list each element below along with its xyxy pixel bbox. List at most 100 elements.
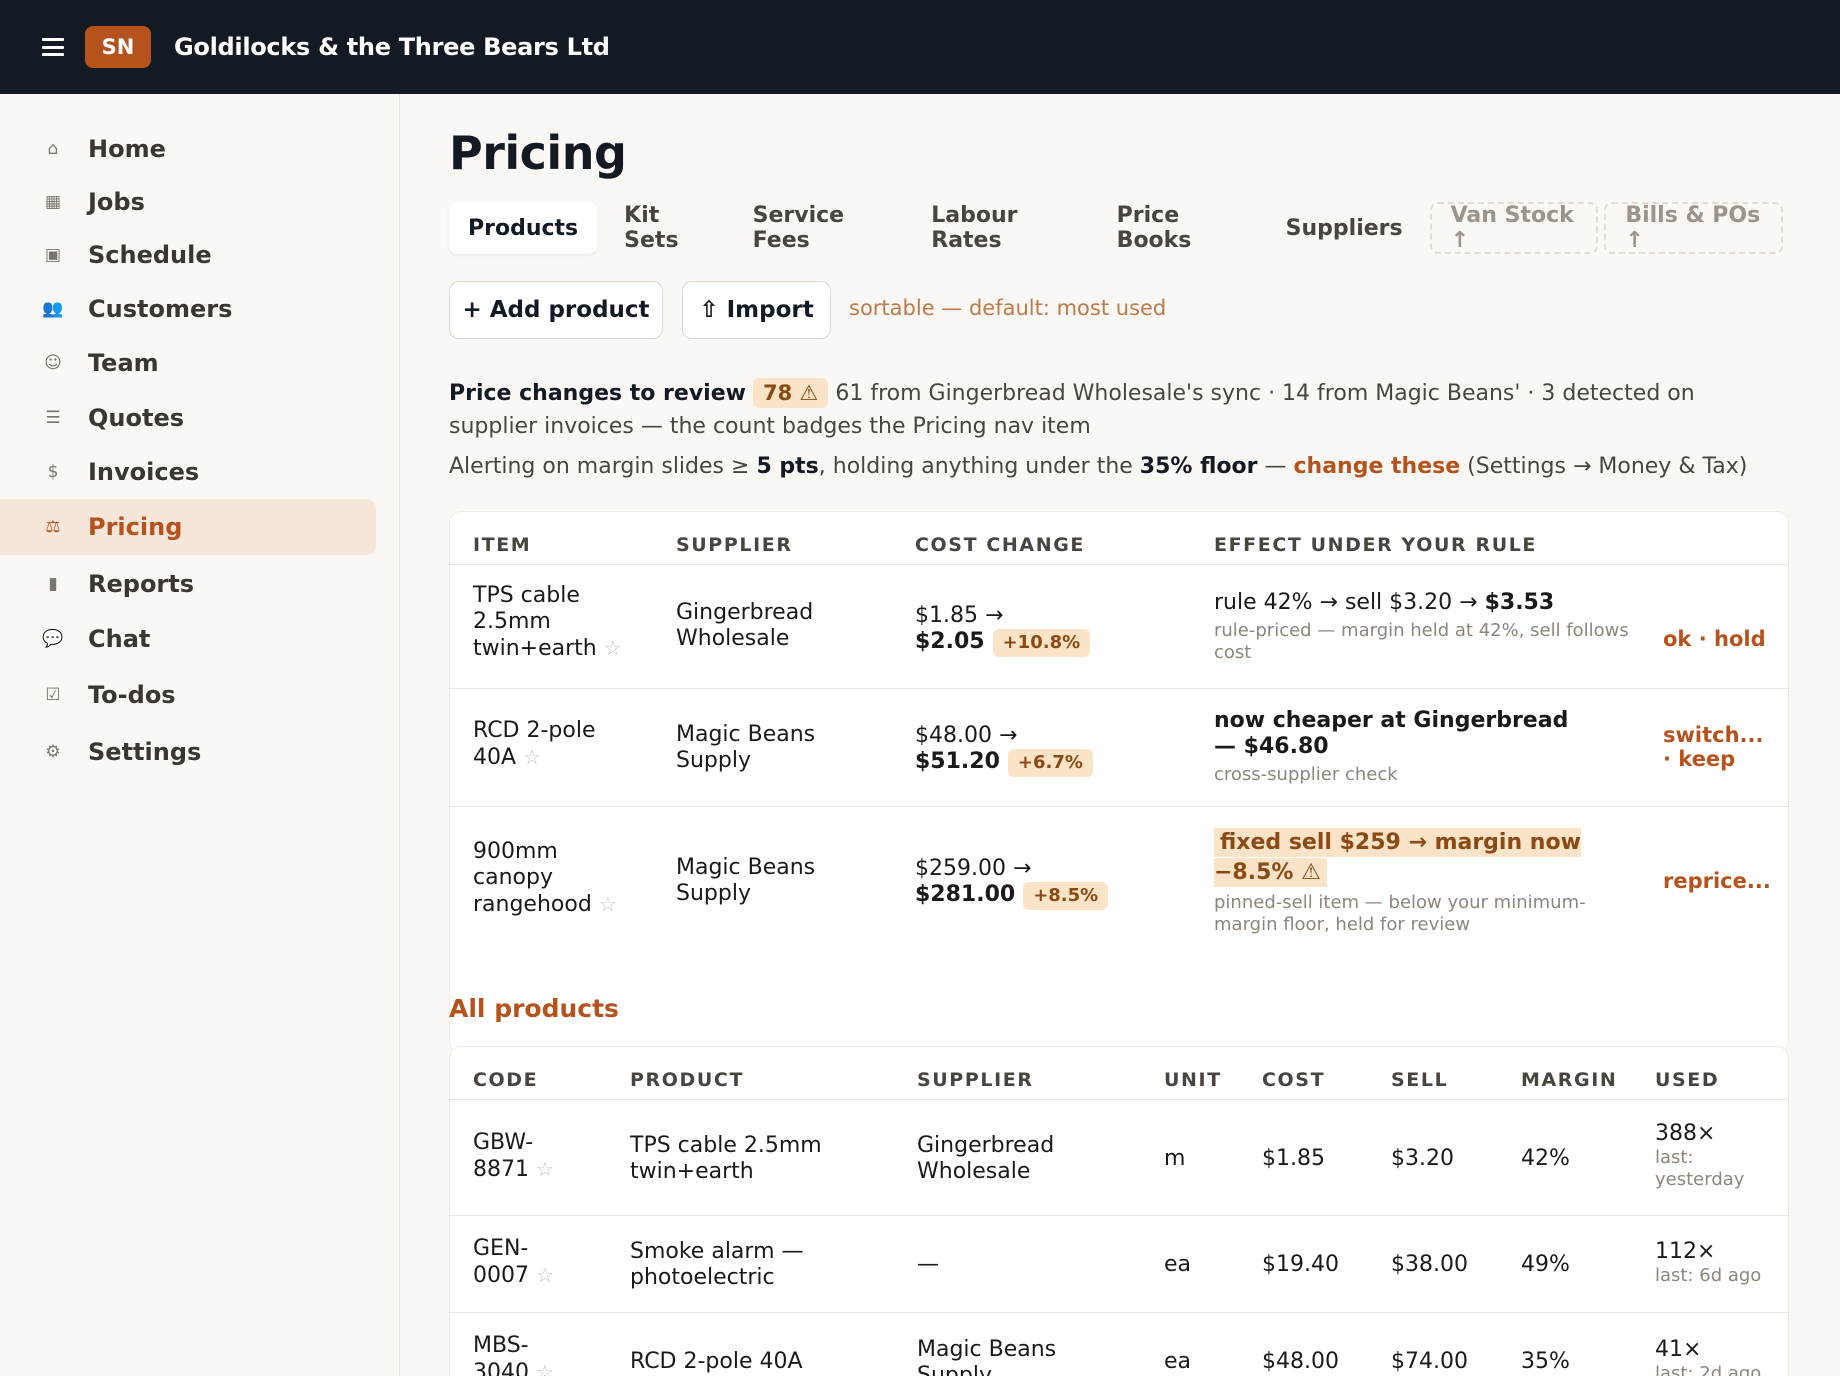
column-header: ITEM	[473, 534, 532, 556]
sidebar-item-team[interactable]: ☺ Team	[0, 335, 376, 391]
column-header[interactable]: MARGIN	[1521, 1069, 1617, 1091]
column-header[interactable]: SUPPLIER	[917, 1069, 1034, 1091]
item-name: 900mm canopy rangehood ☆	[473, 839, 623, 918]
effect-text: rule 42% → sell $3.20 →	[1214, 590, 1485, 615]
supplier-name: Gingerbread Wholesale	[676, 600, 814, 651]
menu-icon[interactable]	[42, 38, 64, 56]
column-header[interactable]: SELL	[1391, 1069, 1448, 1091]
supplier-name: Magic Beans Supply	[676, 855, 816, 906]
star-icon[interactable]: ☆	[536, 1157, 554, 1181]
sidebar-item-quotes[interactable]: ☰ Quotes	[0, 390, 376, 446]
company-logo[interactable]: SN	[85, 26, 151, 68]
switch-keep-action[interactable]: switch... · keep	[1663, 723, 1773, 771]
sidebar-item-label: To-dos	[88, 681, 176, 709]
column-header[interactable]: UNIT	[1164, 1069, 1222, 1091]
smiley-icon: ☺	[44, 353, 62, 373]
effect-value: $3.53	[1484, 590, 1555, 615]
tab-labour-rates[interactable]: Labour Rates	[912, 202, 1089, 254]
review-title: Price changes to review	[449, 381, 746, 406]
all-products-table: CODE PRODUCT SUPPLIER UNIT COST SELL MAR…	[449, 1046, 1789, 1376]
sidebar-item-settings[interactable]: ⚙ Settings	[0, 724, 376, 780]
sell: $74.00	[1391, 1349, 1468, 1374]
home-icon: ⌂	[47, 139, 59, 159]
page-title: Pricing	[449, 126, 627, 180]
column-header[interactable]: PRODUCT	[630, 1069, 744, 1091]
ok-hold-action[interactable]: ok · hold	[1663, 627, 1766, 651]
star-icon[interactable]: ☆	[604, 636, 622, 660]
sidebar-item-jobs[interactable]: ▦ Jobs	[0, 174, 376, 230]
sidebar-item-invoices[interactable]: $ Invoices	[0, 444, 376, 500]
alert-settings-line: Alerting on margin slides ≥ 5 pts, holdi…	[449, 454, 1747, 479]
sidebar-item-label: Settings	[88, 738, 202, 766]
cost: $1.85	[1262, 1146, 1325, 1171]
section-title: All products	[449, 994, 619, 1023]
sidebar-item-pricing[interactable]: ⚖ Pricing	[0, 499, 376, 555]
product-code: MBS-3040 ☆	[473, 1333, 583, 1376]
change-percent-badge: +6.7%	[1007, 749, 1093, 777]
cost: $48.00	[1262, 1349, 1339, 1374]
rule-effect: rule 42% → sell $3.20 → $3.53 rule-priced…	[1214, 590, 1634, 664]
cost-change: $48.00 → $51.20 +6.7%	[915, 723, 1155, 777]
cost-from: $48.00 →	[915, 723, 1018, 748]
tab-bills-pos[interactable]: Bills & POs ↑	[1604, 202, 1784, 254]
sidebar-item-home[interactable]: ⌂ Home	[0, 121, 376, 177]
tab-suppliers[interactable]: Suppliers	[1267, 202, 1422, 254]
sidebar-item-label: Quotes	[88, 404, 185, 432]
sidebar-item-schedule[interactable]: ▣ Schedule	[0, 227, 376, 283]
item-name: TPS cable 2.5mm twin+earth ☆	[473, 583, 623, 662]
usage-count: 388×	[1655, 1121, 1716, 1146]
sidebar-item-label: Team	[88, 349, 159, 377]
add-product-button[interactable]: + Add product	[449, 281, 663, 339]
pricing-icon: ⚖	[45, 517, 61, 537]
last-used: last: 2d ago	[1655, 1363, 1762, 1376]
effect-note: cross-supplier check	[1214, 764, 1398, 785]
column-header: SUPPLIER	[676, 534, 793, 556]
divider	[450, 564, 1788, 565]
tab-kit-sets[interactable]: Kit Sets	[605, 202, 725, 254]
star-icon[interactable]: ☆	[523, 745, 541, 769]
sidebar-item-customers[interactable]: 👥 Customers	[0, 281, 376, 337]
sidebar-item-todos[interactable]: ☑ To-dos	[0, 667, 376, 723]
code-label: MBS-3040	[473, 1333, 529, 1376]
sidebar-item-label: Chat	[88, 625, 151, 653]
effect-value: now cheaper at Gingerbread — $46.80	[1214, 708, 1569, 759]
column-header: EFFECT UNDER YOUR RULE	[1214, 534, 1538, 556]
column-header[interactable]: CODE	[473, 1069, 538, 1091]
review-summary: Price changes to review 78 ⚠ 61 from Gin…	[449, 377, 1789, 443]
column-header[interactable]: USED	[1655, 1069, 1719, 1091]
unit: ea	[1164, 1349, 1192, 1374]
sidebar-item-label: Home	[88, 135, 166, 163]
star-icon[interactable]: ☆	[536, 1263, 554, 1287]
speech-bubble-icon: 💬	[42, 629, 64, 649]
sidebar-item-chat[interactable]: 💬 Chat	[0, 611, 376, 667]
alert-floor: 35% floor	[1139, 454, 1258, 479]
star-icon[interactable]: ☆	[536, 1360, 554, 1376]
tab-van-stock[interactable]: Van Stock ↑	[1429, 202, 1599, 254]
unit: m	[1164, 1146, 1186, 1171]
sidebar-item-label: Schedule	[88, 241, 212, 269]
product-code: GEN-0007 ☆	[473, 1236, 583, 1289]
cost-to: $2.05	[915, 629, 985, 654]
sidebar-item-label: Pricing	[88, 513, 183, 541]
divider	[450, 688, 1788, 689]
star-icon[interactable]: ☆	[599, 892, 617, 916]
import-button[interactable]: ⇧ Import	[682, 281, 831, 339]
sell: $3.20	[1391, 1146, 1454, 1171]
tab-price-books[interactable]: Price Books	[1098, 202, 1259, 254]
rule-effect: fixed sell $259 → margin now −8.5% ⚠ pinn…	[1214, 828, 1624, 936]
reprice-action[interactable]: reprice...	[1663, 869, 1771, 893]
tab-service-fees[interactable]: Service Fees	[734, 202, 905, 254]
product-name: TPS cable 2.5mm twin+earth	[630, 1133, 822, 1184]
bar-chart-icon: ▮	[48, 574, 58, 594]
column-header[interactable]: COST	[1262, 1069, 1325, 1091]
alert-text: —	[1257, 454, 1294, 479]
rule-effect: now cheaper at Gingerbread — $46.80 cross…	[1214, 708, 1594, 786]
alert-text: Alerting on margin slides ≥	[449, 454, 757, 479]
change-settings-link[interactable]: change these	[1294, 454, 1461, 479]
people-icon: 👥	[42, 299, 64, 319]
sidebar-item-reports[interactable]: ▮ Reports	[0, 556, 376, 612]
tab-products[interactable]: Products	[449, 202, 598, 254]
sort-note: sortable — default: most used	[849, 296, 1167, 320]
margin-warning: fixed sell $259 → margin now −8.5% ⚠	[1214, 828, 1581, 887]
item-label: 900mm canopy rangehood	[473, 839, 592, 917]
